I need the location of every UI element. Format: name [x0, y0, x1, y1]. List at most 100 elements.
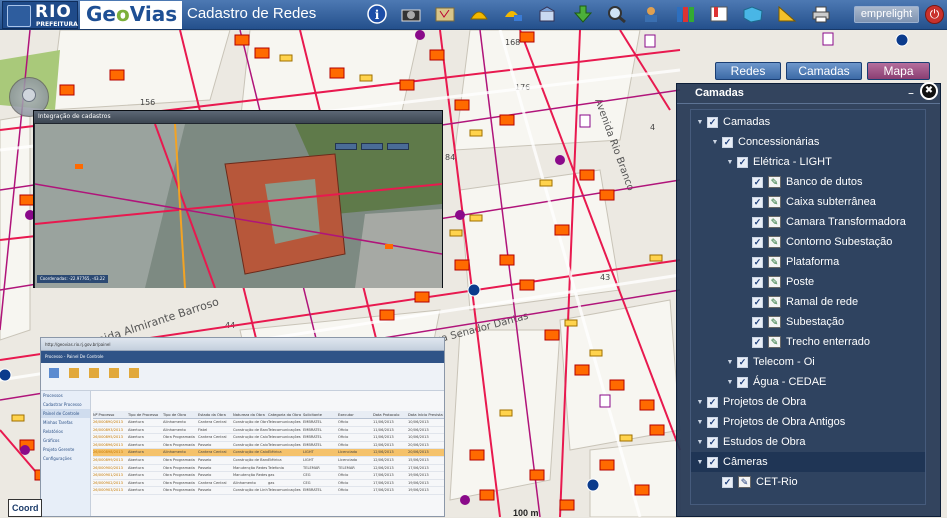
- layer-row[interactable]: ✓ ✎ CET-Rio: [691, 472, 925, 492]
- bookmark-icon[interactable]: [708, 3, 730, 25]
- aerial-view[interactable]: Coordenadas: -22.97765, -43.22: [35, 124, 442, 288]
- column-header[interactable]: Natureza da Obra: [233, 411, 268, 418]
- layer-row[interactable]: ✓ ✎ Caixa subterrânea: [691, 192, 925, 212]
- edit-layer-icon[interactable]: ✎: [768, 256, 781, 268]
- info-icon[interactable]: i: [366, 3, 388, 25]
- printer-icon[interactable]: [810, 3, 832, 25]
- layer-row[interactable]: ✓ ✎ Banco de dutos: [691, 172, 925, 192]
- layer-checkbox[interactable]: ✓: [707, 116, 718, 128]
- expand-arrow-icon[interactable]: ▼: [695, 399, 705, 406]
- triangle-ruler-icon[interactable]: [776, 3, 798, 25]
- expand-arrow-icon[interactable]: ▼: [695, 119, 705, 126]
- edit-layer-icon[interactable]: ✎: [768, 236, 781, 248]
- sidebar-item[interactable]: Gráficos: [41, 436, 90, 445]
- layer-checkbox[interactable]: ✓: [752, 216, 763, 228]
- expand-arrow-icon[interactable]: ▼: [695, 439, 705, 446]
- layer-row[interactable]: ▼ ✓ Telecom - Oi: [691, 352, 925, 372]
- worker-icon[interactable]: [640, 3, 662, 25]
- edit-layer-icon[interactable]: ✎: [768, 216, 781, 228]
- layer-row[interactable]: ▼ ✓ Projetos de Obra Antigos: [691, 412, 925, 432]
- map-book-icon[interactable]: [434, 3, 456, 25]
- hardhat-icon[interactable]: [468, 3, 490, 25]
- browser-url[interactable]: http://geovias.rio.rj.gov.br/painel: [41, 338, 444, 351]
- layer-checkbox[interactable]: ✓: [737, 356, 748, 368]
- download-arrow-icon[interactable]: [572, 3, 594, 25]
- expand-arrow-icon[interactable]: ▼: [725, 359, 735, 366]
- mini-button[interactable]: [387, 143, 409, 150]
- pan-center-button[interactable]: [22, 88, 36, 102]
- edit-layer-icon[interactable]: ✎: [768, 176, 781, 188]
- layer-checkbox[interactable]: ✓: [752, 196, 763, 208]
- layer-row[interactable]: ▼ ✓ Concessionárias: [691, 132, 925, 152]
- coord-label[interactable]: Coord: [8, 499, 42, 517]
- column-header[interactable]: Executor: [338, 411, 373, 418]
- edit-layer-icon[interactable]: ✎: [768, 336, 781, 348]
- layer-checkbox[interactable]: ✓: [752, 176, 763, 188]
- layer-row[interactable]: ▼ ✓ Estudos de Obra: [691, 432, 925, 452]
- layer-row[interactable]: ▼ ✓ Projetos de Obra: [691, 392, 925, 412]
- edit-layer-icon[interactable]: ✎: [768, 316, 781, 328]
- layer-checkbox[interactable]: ✓: [707, 436, 718, 448]
- sidebar-item[interactable]: Minhas Tarefas: [41, 418, 90, 427]
- expand-arrow-icon[interactable]: ▼: [710, 139, 720, 146]
- table-row[interactable]: 26/000902/2013 Abertura Obra Programada Can…: [93, 480, 444, 488]
- table-row[interactable]: 26/000900/2013 Abertura Obra Programada Pas…: [93, 465, 444, 473]
- expand-arrow-icon[interactable]: ▼: [725, 379, 735, 386]
- minimize-icon[interactable]: –: [908, 86, 914, 100]
- layer-checkbox[interactable]: ✓: [752, 316, 763, 328]
- layer-row[interactable]: ✓ ✎ Trecho enterrado: [691, 332, 925, 352]
- layer-checkbox[interactable]: ✓: [707, 396, 718, 408]
- layer-row[interactable]: ▼ ✓ Câmeras: [691, 452, 925, 472]
- layer-row[interactable]: ▼ ✓ Camadas: [691, 112, 925, 132]
- layer-checkbox[interactable]: ✓: [752, 276, 763, 288]
- sidebar-item[interactable]: Projeto Gerente: [41, 445, 90, 454]
- layer-checkbox[interactable]: ✓: [737, 156, 748, 168]
- layer-row[interactable]: ✓ ✎ Plataforma: [691, 252, 925, 272]
- table-row[interactable]: 26/000893/2013 Abertura Alinhamento Fistel C…: [93, 427, 444, 435]
- column-header[interactable]: Estado da Obra: [198, 411, 233, 418]
- map-puzzle-icon[interactable]: [742, 3, 764, 25]
- expand-arrow-icon[interactable]: ▼: [725, 159, 735, 166]
- sidebar-item[interactable]: Painel de Controle: [41, 409, 90, 418]
- close-icon[interactable]: ✖: [920, 82, 938, 100]
- table-row[interactable]: 26/000895/2013 Abertura Obra Programada Can…: [93, 434, 444, 442]
- table-row[interactable]: 26/000903/2013 Abertura Obra Programada Pas…: [93, 487, 444, 495]
- layer-row[interactable]: ▼ ✓ Elétrica - LIGHT: [691, 152, 925, 172]
- layer-checkbox[interactable]: ✓: [722, 476, 733, 488]
- sidebar-item[interactable]: Cadastrar Processo: [41, 400, 90, 409]
- edit-layer-icon[interactable]: ✎: [738, 476, 751, 488]
- layer-checkbox[interactable]: ✓: [752, 296, 763, 308]
- table-row[interactable]: 26/000898/2013 Abertura Alinhamento Cantera…: [93, 449, 444, 457]
- column-header[interactable]: Categoria da Obra: [268, 411, 303, 418]
- redes-button[interactable]: Redes: [715, 62, 781, 80]
- camadas-button[interactable]: Camadas: [786, 62, 862, 80]
- binders-icon[interactable]: [674, 3, 696, 25]
- layer-checkbox[interactable]: ✓: [752, 256, 763, 268]
- layer-row[interactable]: ✓ ✎ Contorno Subestação: [691, 232, 925, 252]
- map-search-icon[interactable]: [606, 3, 628, 25]
- column-header[interactable]: Solicitante: [303, 411, 338, 418]
- table-row[interactable]: 26/000890/2013 Abertura Alinhamento Cantera…: [93, 419, 444, 427]
- layer-row[interactable]: ✓ ✎ Camara Transformadora: [691, 212, 925, 232]
- layer-row[interactable]: ▼ ✓ Água - CEDAE: [691, 372, 925, 392]
- expand-arrow-icon[interactable]: ▼: [695, 459, 705, 466]
- column-header[interactable]: Data Protocolo: [373, 411, 408, 418]
- edit-layer-icon[interactable]: ✎: [768, 296, 781, 308]
- edit-layer-icon[interactable]: ✎: [768, 276, 781, 288]
- sidebar-item[interactable]: Relatórios: [41, 427, 90, 436]
- edit-layer-icon[interactable]: ✎: [768, 196, 781, 208]
- layer-row[interactable]: ✓ ✎ Ramal de rede: [691, 292, 925, 312]
- helmet-layers-icon[interactable]: [502, 3, 524, 25]
- table-row[interactable]: 26/000901/2013 Abertura Obra Programada Pas…: [93, 472, 444, 480]
- layer-checkbox[interactable]: ✓: [752, 336, 763, 348]
- expand-arrow-icon[interactable]: ▼: [695, 419, 705, 426]
- sidebar-item[interactable]: Configurações: [41, 454, 90, 463]
- column-header[interactable]: Data Início Prevista: [408, 411, 443, 418]
- layer-checkbox[interactable]: ✓: [707, 416, 718, 428]
- logout-power-icon[interactable]: ⏻: [925, 5, 944, 24]
- integration-window[interactable]: Integração de cadastros Coordenadas: -22…: [33, 110, 443, 288]
- mini-button[interactable]: [361, 143, 383, 150]
- user-button[interactable]: emprelight: [854, 6, 919, 23]
- table-row[interactable]: 26/000899/2013 Abertura Obra Programada Pas…: [93, 457, 444, 465]
- layer-checkbox[interactable]: ✓: [752, 236, 763, 248]
